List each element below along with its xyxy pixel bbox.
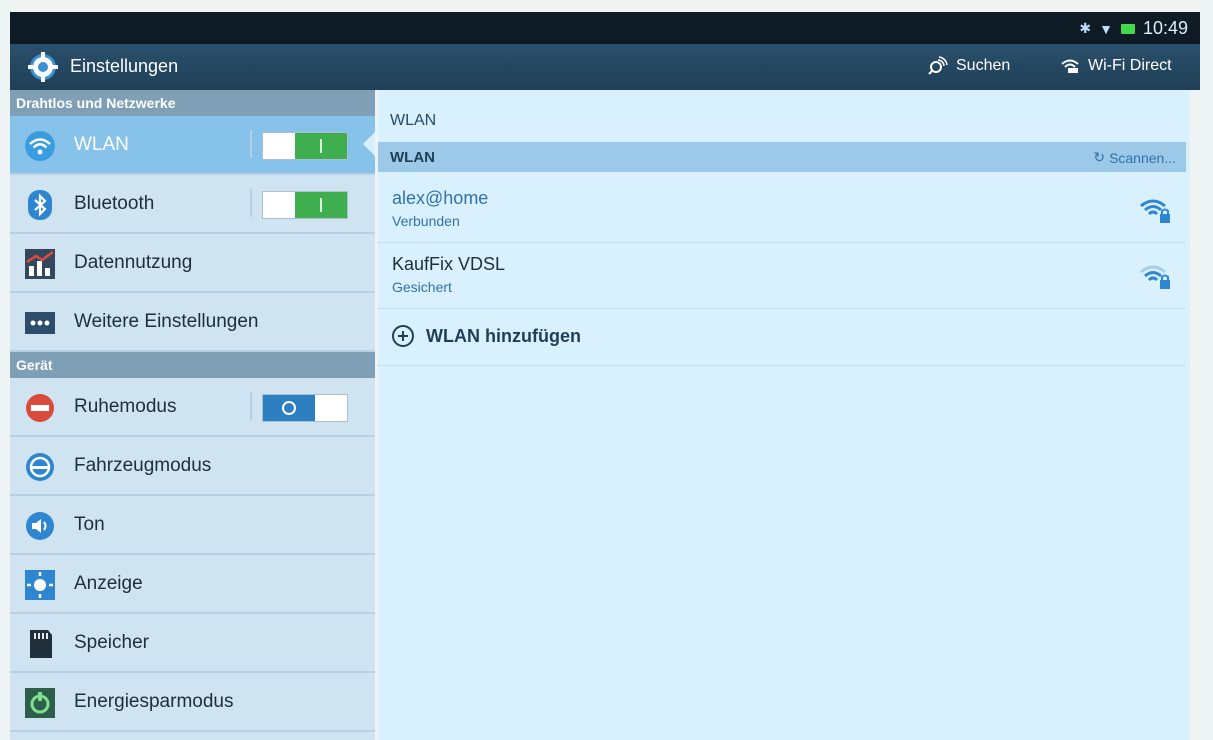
sidebar-item-label: Datennutzung: [74, 251, 193, 273]
sidebar-item-label: Fahrzeugmodus: [74, 454, 212, 476]
network-item[interactable]: KaufFix VDSL Gesichert: [378, 244, 1186, 309]
settings-sidebar: Drahtlos und Netzwerke WLAN Bluetooth Da…: [10, 90, 375, 740]
list-header-label: WLAN: [390, 149, 435, 166]
search-button[interactable]: Suchen: [928, 56, 1010, 76]
network-name: KaufFix VDSL: [392, 254, 506, 274]
sidebar-item-label: Weitere Einstellungen: [74, 310, 259, 332]
sidebar-item-car-mode[interactable]: Fahrzeugmodus: [10, 437, 375, 496]
sidebar-item-storage[interactable]: Speicher: [10, 614, 375, 673]
scan-label: Scannen...: [1109, 149, 1176, 166]
add-wlan-label: WLAN hinzufügen: [426, 325, 581, 346]
sidebar-item-label: Ruhemodus: [74, 395, 177, 417]
sidebar-item-bluetooth[interactable]: Bluetooth: [10, 175, 375, 234]
wifi-direct-icon: [1061, 59, 1079, 73]
panel-title: WLAN: [390, 112, 437, 129]
toggle-track: [262, 132, 348, 160]
wifi-locked-icon: [1140, 265, 1170, 289]
bluetooth-status-icon: ✱: [1079, 20, 1092, 36]
data-usage-icon: [25, 249, 55, 279]
tablet-screen: ✱ ▼ 10:49 Einstellungen Suchen Wi-Fi Dir…: [0, 0, 1213, 740]
wifi-icon: [25, 131, 55, 161]
settings-gear-icon[interactable]: [28, 52, 58, 82]
wlan-panel: WLAN WLAN ↻ Scannen... alex@home Verbund…: [378, 90, 1190, 740]
wifi-status-icon: ▼: [1099, 20, 1113, 37]
app-title: Einstellungen: [70, 56, 179, 76]
section-header-wireless: Drahtlos und Netzwerke: [10, 90, 375, 116]
wlan-toggle[interactable]: [250, 130, 360, 160]
wifi-locked-icon: [1140, 199, 1170, 223]
sidebar-item-label: WLAN: [74, 133, 129, 155]
status-icons: ✱ ▼ 10:49: [1079, 18, 1188, 39]
wlan-list-header: WLAN ↻ Scannen...: [378, 142, 1186, 172]
more-icon: [25, 312, 55, 334]
search-icon: [928, 56, 948, 75]
toggle-track: [262, 394, 348, 422]
wifi-direct-label: Wi-Fi Direct: [1088, 57, 1172, 74]
search-label: Suchen: [956, 57, 1011, 74]
network-state: Gesichert: [392, 279, 452, 295]
refresh-icon: ↻: [1093, 149, 1106, 165]
power-saving-icon: [25, 688, 55, 718]
sidebar-item-wlan[interactable]: WLAN: [10, 116, 375, 175]
sound-icon: [26, 512, 54, 540]
sidebar-item-power-saving[interactable]: Energiesparmodus: [10, 673, 375, 732]
action-bar: Einstellungen Suchen Wi-Fi Direct: [10, 44, 1200, 90]
status-bar: ✱ ▼ 10:49: [10, 12, 1200, 44]
toggle-track: [262, 191, 348, 219]
sidebar-item-label: Bluetooth: [74, 192, 155, 214]
sidebar-item-more-settings[interactable]: Weitere Einstellungen: [10, 293, 375, 352]
sidebar-item-label: Anzeige: [74, 572, 143, 594]
sidebar-item-label: Ton: [74, 513, 105, 535]
toggle-knob: [295, 192, 347, 218]
bluetooth-icon: [28, 190, 52, 220]
add-wlan-button[interactable]: WLAN hinzufügen: [392, 325, 581, 347]
sidebar-item-label: Speicher: [74, 631, 149, 653]
display-icon: [25, 570, 55, 600]
network-item[interactable]: alex@home Verbunden: [378, 178, 1186, 243]
divider: [378, 365, 1186, 366]
toggle-knob: [295, 133, 347, 159]
battery-icon: [1120, 23, 1135, 34]
wifi-direct-button[interactable]: Wi-Fi Direct: [1060, 56, 1172, 76]
clock: 10:49: [1142, 18, 1188, 38]
add-icon: [392, 325, 414, 347]
sidebar-item-sleep-mode[interactable]: Ruhemodus: [10, 378, 375, 437]
section-header-device: Gerät: [10, 352, 375, 378]
sleep-mode-toggle[interactable]: [250, 392, 360, 422]
bluetooth-toggle[interactable]: [250, 189, 360, 219]
car-mode-icon: [26, 453, 54, 481]
storage-icon: [30, 630, 52, 658]
sidebar-item-data-usage[interactable]: Datennutzung: [10, 234, 375, 293]
network-state: Verbunden: [392, 213, 460, 229]
sidebar-item-sound[interactable]: Ton: [10, 496, 375, 555]
selection-caret: [363, 130, 375, 158]
do-not-disturb-icon: [26, 394, 54, 422]
scan-button[interactable]: ↻ Scannen...: [1093, 149, 1176, 166]
sidebar-item-display[interactable]: Anzeige: [10, 555, 375, 614]
sidebar-item-label: Energiesparmodus: [74, 690, 234, 712]
toggle-knob: [263, 395, 315, 421]
network-name: alex@home: [392, 188, 489, 208]
